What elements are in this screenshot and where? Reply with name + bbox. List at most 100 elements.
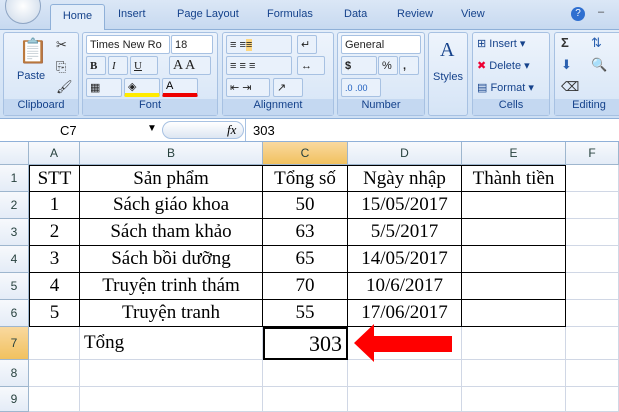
find-icon[interactable]: 🔍 [591,57,607,73]
cut-icon[interactable]: ✂ [56,37,67,53]
total-value-cell-selected[interactable]: 303 [263,327,348,360]
merge-center-button[interactable]: ↔ [297,56,325,75]
cell[interactable] [566,360,619,387]
table-cell[interactable]: Sách tham khảo [80,219,263,246]
column-header-a[interactable]: A [29,142,80,165]
table-cell[interactable]: 63 [263,219,348,246]
row-header-1[interactable]: 1 [0,165,29,192]
cell[interactable] [566,246,619,273]
percent-button[interactable]: % [378,56,398,75]
table-cell[interactable]: 5/5/2017 [348,219,462,246]
table-cell[interactable]: 14/05/2017 [348,246,462,273]
cell[interactable] [263,360,348,387]
table-cell[interactable]: 3 [29,246,80,273]
autosum-button[interactable]: Σ [561,35,569,50]
row-header-9[interactable]: 9 [0,387,29,412]
column-header-d[interactable]: D [348,142,462,165]
table-cell[interactable]: 10/6/2017 [348,273,462,300]
name-box[interactable]: C7 [60,123,77,138]
column-header-c[interactable]: C [263,142,348,165]
table-cell[interactable]: 4 [29,273,80,300]
cell[interactable] [566,300,619,327]
insert-cells-button[interactable]: ⊞ Insert ▾ [477,37,525,50]
cell[interactable] [462,387,566,412]
comma-button[interactable]: , [399,56,419,75]
header-cell[interactable]: Sản phẩm [80,165,263,192]
cell[interactable] [462,360,566,387]
decimal-buttons[interactable]: .0 .00 [341,78,381,97]
table-cell[interactable]: 70 [263,273,348,300]
cell[interactable] [566,219,619,246]
row-header-8[interactable]: 8 [0,360,29,387]
table-cell[interactable]: 2 [29,219,80,246]
table-cell[interactable] [462,273,566,300]
horizontal-align-buttons[interactable]: ≡ ≡ ≡ [226,56,292,75]
minimize-button[interactable]: – [598,6,604,18]
cell[interactable] [348,360,462,387]
header-cell[interactable]: Thành tiền [462,165,566,192]
column-header-e[interactable]: E [462,142,566,165]
table-cell[interactable]: 65 [263,246,348,273]
table-cell[interactable]: 5 [29,300,80,327]
cell[interactable] [80,360,263,387]
currency-button[interactable]: $ [341,56,377,75]
tab-insert[interactable]: Insert [118,8,146,20]
tab-view[interactable]: View [461,8,485,20]
tab-data[interactable]: Data [344,8,367,20]
orientation-button[interactable]: ↗ [273,78,303,97]
underline-button[interactable]: U [130,56,158,75]
cell[interactable] [566,327,619,360]
tab-review[interactable]: Review [397,8,433,20]
tab-page-layout[interactable]: Page Layout [177,8,239,20]
cell[interactable] [566,165,619,192]
help-icon[interactable]: ? [571,7,585,21]
row-header-5[interactable]: 5 [0,273,29,300]
column-header-f[interactable]: F [566,142,619,165]
table-cell[interactable]: Truyện trinh thám [80,273,263,300]
bold-button[interactable]: B [86,56,106,75]
cell[interactable] [348,387,462,412]
number-format-select[interactable]: General [341,35,421,54]
header-cell[interactable]: Tổng số [263,165,348,192]
delete-cells-button[interactable]: ✖ Delete ▾ [477,59,530,72]
font-size-select[interactable]: 18 [171,35,213,54]
vertical-align-buttons[interactable]: ≡ ≡ ≡ [226,35,292,54]
font-color-button[interactable]: A [162,78,198,97]
cell[interactable] [566,192,619,219]
insert-function-button[interactable]: fx [227,122,236,138]
italic-button[interactable]: I [108,56,128,75]
fill-color-button[interactable]: ◈ [124,78,160,97]
table-cell[interactable] [462,219,566,246]
table-cell[interactable]: 1 [29,192,80,219]
table-cell[interactable] [462,300,566,327]
table-cell[interactable]: Sách giáo khoa [80,192,263,219]
cell[interactable] [29,327,80,360]
formula-input[interactable]: 303 [253,123,275,138]
table-cell[interactable]: 50 [263,192,348,219]
indent-buttons[interactable]: ⇤ ⇥ [226,78,270,97]
cell[interactable] [80,387,263,412]
font-size-grow-shrink[interactable]: A A [169,56,211,75]
header-cell[interactable]: STT [29,165,80,192]
total-label-cell[interactable]: Tổng [80,327,263,360]
column-header-b[interactable]: B [80,142,263,165]
table-cell[interactable] [462,192,566,219]
styles-group[interactable]: A Styles [428,32,468,116]
table-cell[interactable]: Sách bồi dưỡng [80,246,263,273]
format-painter-icon[interactable]: 🖌 [56,79,73,95]
name-box-dropdown-icon[interactable]: ▼ [147,123,157,134]
styles-button[interactable]: Styles [433,71,463,83]
format-cells-button[interactable]: ▤ Format ▾ [477,81,534,94]
table-cell[interactable]: Truyện tranh [80,300,263,327]
sort-filter-icon[interactable]: ⇅ [591,35,602,51]
font-name-select[interactable]: Times New Ro [86,35,170,54]
row-header-7[interactable]: 7 [0,327,29,360]
table-cell[interactable] [462,246,566,273]
wrap-text-button[interactable]: ↵ [297,35,317,54]
cell[interactable] [566,273,619,300]
office-button[interactable] [5,0,41,24]
row-header-4[interactable]: 4 [0,246,29,273]
clear-icon[interactable]: ⌫ [561,79,579,95]
tab-formulas[interactable]: Formulas [267,8,313,20]
paste-button[interactable]: Paste [17,70,45,82]
